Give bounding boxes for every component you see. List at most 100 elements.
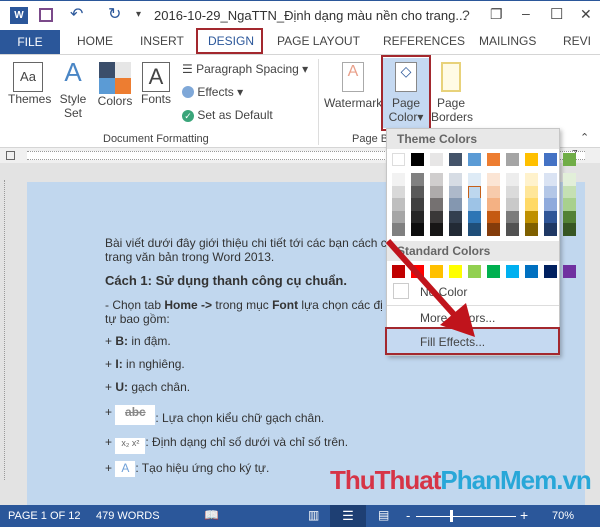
theme-color-shade-swatch[interactable]	[506, 198, 519, 211]
theme-color-shade-swatch[interactable]	[430, 173, 443, 186]
theme-color-shade-swatch[interactable]	[468, 185, 481, 199]
theme-color-shade-swatch[interactable]	[506, 223, 519, 236]
theme-color-swatch[interactable]	[563, 153, 576, 166]
theme-color-shade-swatch[interactable]	[544, 173, 557, 186]
theme-color-shade-swatch[interactable]	[563, 223, 576, 236]
theme-color-shade-swatch[interactable]	[468, 210, 481, 224]
text-effect-icon: A	[115, 461, 136, 477]
close-button[interactable]: ✕	[580, 6, 592, 23]
ribbon-display-button[interactable]: ❐	[490, 6, 503, 23]
theme-color-shade-swatch[interactable]	[411, 198, 424, 211]
theme-color-swatch[interactable]	[544, 153, 557, 166]
theme-color-shade-swatch[interactable]	[563, 210, 576, 224]
web-layout-icon[interactable]: ▤	[378, 508, 389, 522]
theme-color-shade-swatch[interactable]	[449, 173, 462, 186]
maximize-button[interactable]: ☐	[550, 5, 563, 23]
theme-color-shade-swatch[interactable]	[411, 185, 424, 199]
theme-color-shade-swatch[interactable]	[525, 185, 538, 199]
theme-color-swatch[interactable]	[468, 153, 481, 166]
theme-color-shade-swatch[interactable]	[449, 210, 462, 224]
theme-color-swatch[interactable]	[411, 153, 424, 166]
paragraph-spacing-button[interactable]: ☰ Paragraph Spacing ▾	[182, 62, 308, 76]
theme-color-shade-swatch[interactable]	[487, 210, 500, 224]
set-as-default-button[interactable]: ✓ Set as Default	[182, 108, 273, 122]
style-set-button[interactable]: A Style Set	[58, 57, 88, 120]
theme-color-shade-swatch[interactable]	[506, 210, 519, 224]
theme-color-shade-swatch[interactable]	[544, 210, 557, 224]
zoom-in-button[interactable]: +	[520, 507, 528, 523]
page-borders-icon	[441, 62, 461, 92]
standard-color-swatch[interactable]	[563, 265, 576, 278]
theme-color-shade-swatch[interactable]	[392, 173, 405, 186]
tab-insert[interactable]: INSERT	[140, 34, 184, 48]
customize-qat-icon[interactable]: ▾	[136, 9, 141, 20]
zoom-out-button[interactable]: -	[406, 508, 410, 523]
print-layout-icon[interactable]: ☰	[330, 505, 366, 527]
tab-references[interactable]: REFERENCES	[383, 34, 465, 48]
zoom-slider-thumb[interactable]	[450, 510, 454, 522]
tab-review[interactable]: REVI	[563, 34, 591, 48]
colors-button[interactable]: Colors	[97, 57, 133, 108]
theme-color-shade-swatch[interactable]	[487, 198, 500, 211]
theme-color-shade-swatch[interactable]	[506, 185, 519, 199]
theme-color-shade-swatch[interactable]	[525, 223, 538, 236]
theme-color-shade-swatch[interactable]	[563, 173, 576, 186]
page-count[interactable]: PAGE 1 OF 12	[8, 510, 81, 522]
theme-color-swatch[interactable]	[525, 153, 538, 166]
standard-color-swatch[interactable]	[544, 265, 557, 278]
theme-color-shade-swatch[interactable]	[411, 173, 424, 186]
theme-color-shade-swatch[interactable]	[506, 173, 519, 186]
theme-color-shade-swatch[interactable]	[449, 185, 462, 199]
theme-color-swatch[interactable]	[449, 153, 462, 166]
theme-color-swatch[interactable]	[430, 153, 443, 166]
theme-color-shade-swatch[interactable]	[392, 210, 405, 224]
theme-color-shade-swatch[interactable]	[525, 198, 538, 211]
theme-color-shade-swatch[interactable]	[487, 185, 500, 199]
zoom-slider[interactable]	[416, 516, 516, 517]
read-mode-icon[interactable]: ▥	[308, 508, 319, 522]
theme-color-shade-swatch[interactable]	[525, 173, 538, 186]
theme-color-shade-swatch[interactable]	[430, 198, 443, 211]
theme-color-shade-swatch[interactable]	[468, 173, 481, 186]
redo-icon[interactable]: ↻	[108, 4, 121, 24]
tab-mailings[interactable]: MAILINGS	[479, 34, 536, 48]
theme-color-shade-swatch[interactable]	[392, 198, 405, 211]
proofing-icon[interactable]: 📖	[204, 508, 219, 522]
tab-page-layout[interactable]: PAGE LAYOUT	[277, 34, 360, 48]
design-highlight-box	[196, 28, 263, 54]
theme-color-swatch[interactable]	[392, 153, 405, 166]
theme-color-swatch[interactable]	[506, 153, 519, 166]
effects-button[interactable]: Effects ▾	[182, 85, 243, 99]
save-icon[interactable]	[39, 8, 53, 22]
tab-selector[interactable]	[6, 151, 15, 160]
collapse-ribbon-icon[interactable]: ⌃	[580, 131, 589, 144]
word-icon[interactable]: W	[10, 7, 28, 24]
theme-color-shade-swatch[interactable]	[563, 198, 576, 211]
themes-button[interactable]: Aa Themes	[8, 57, 51, 106]
theme-color-swatch[interactable]	[487, 153, 500, 166]
watermark-button[interactable]: A Watermark	[324, 57, 382, 110]
minimize-button[interactable]: –	[522, 5, 530, 21]
theme-color-shade-swatch[interactable]	[430, 185, 443, 199]
theme-color-shade-swatch[interactable]	[544, 185, 557, 199]
fonts-button[interactable]: A Fonts	[140, 57, 172, 106]
theme-color-shade-swatch[interactable]	[563, 185, 576, 199]
theme-color-shade-swatch[interactable]	[468, 198, 481, 211]
standard-color-swatch[interactable]	[506, 265, 519, 278]
word-count[interactable]: 479 WORDS	[96, 510, 160, 522]
standard-color-swatch[interactable]	[525, 265, 538, 278]
theme-color-shade-swatch[interactable]	[525, 210, 538, 224]
theme-color-shade-swatch[interactable]	[544, 223, 557, 236]
theme-color-shade-swatch[interactable]	[430, 210, 443, 224]
page-borders-button[interactable]: Page Borders	[431, 57, 473, 124]
help-button[interactable]: ?	[462, 7, 470, 23]
theme-color-shade-swatch[interactable]	[392, 185, 405, 199]
theme-color-shade-swatch[interactable]	[449, 198, 462, 211]
undo-icon[interactable]: ↶	[70, 4, 83, 24]
tab-file[interactable]: FILE	[0, 30, 60, 54]
zoom-level[interactable]: 70%	[552, 510, 574, 522]
theme-color-shade-swatch[interactable]	[544, 198, 557, 211]
tab-home[interactable]: HOME	[77, 34, 113, 48]
theme-color-shade-swatch[interactable]	[487, 173, 500, 186]
theme-color-shade-swatch[interactable]	[411, 210, 424, 224]
